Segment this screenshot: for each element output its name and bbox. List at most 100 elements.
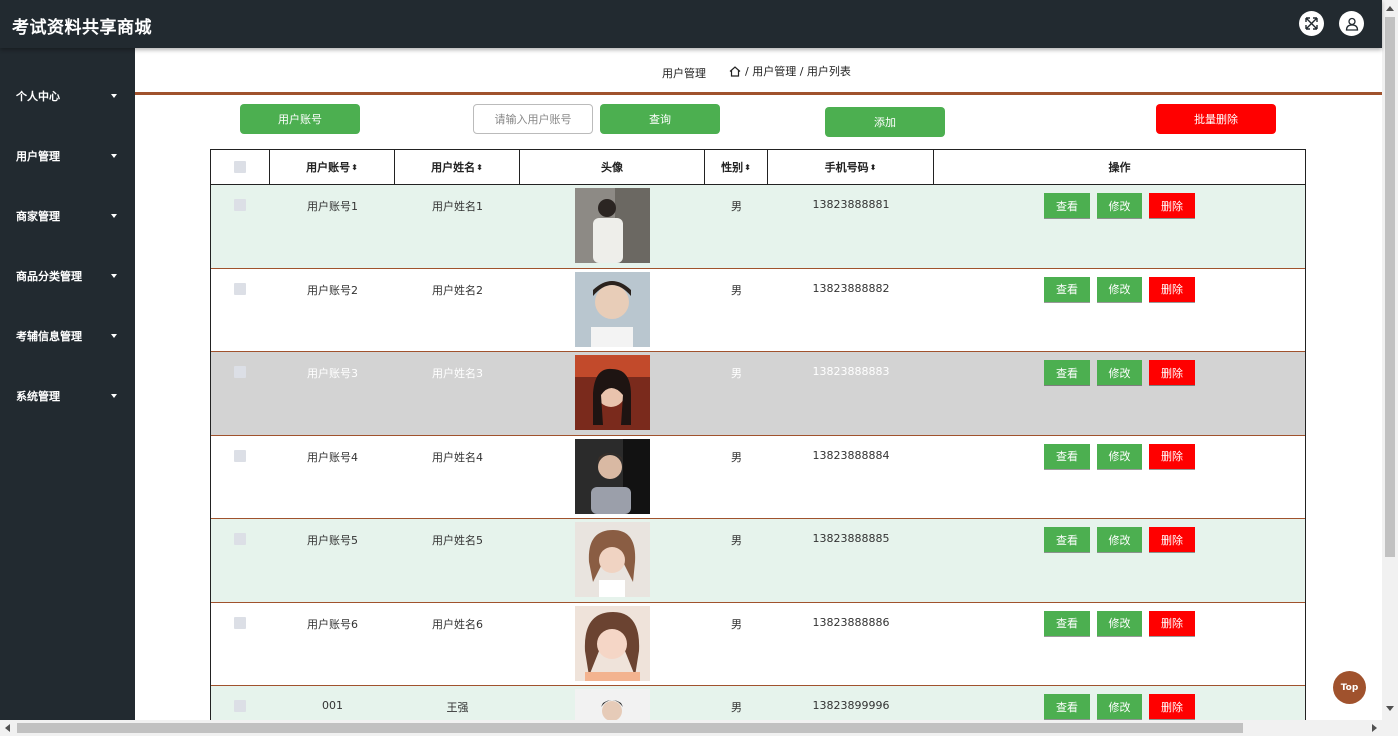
column-label: 性别 — [721, 161, 744, 174]
back-to-top-button[interactable]: Top — [1333, 671, 1366, 704]
sidebar-item-label: 系统管理 — [16, 390, 60, 403]
cell-name: 用户姓名4 — [432, 450, 483, 464]
row-checkbox[interactable] — [234, 533, 246, 545]
scroll-left-icon[interactable] — [5, 724, 10, 732]
table-row[interactable]: 用户账号2 用户姓名2 男 13823888882 查看 修改 删除 — [211, 269, 1305, 352]
edit-button[interactable]: 修改 — [1097, 443, 1142, 469]
user-button[interactable] — [1339, 11, 1364, 36]
home-icon[interactable] — [729, 65, 741, 77]
fullscreen-button[interactable] — [1299, 11, 1324, 36]
view-button[interactable]: 查看 — [1044, 193, 1090, 218]
sidebar-item-user-management[interactable]: 用户管理 — [0, 136, 135, 176]
caret-down-icon — [111, 334, 117, 338]
column-header-phone[interactable]: 手机号码 ⬍ — [768, 150, 934, 184]
caret-down-icon — [111, 94, 117, 98]
view-button[interactable]: 查看 — [1044, 360, 1090, 385]
caret-down-icon — [111, 214, 117, 218]
select-all-checkbox[interactable] — [234, 161, 246, 173]
vertical-scrollbar[interactable] — [1382, 0, 1398, 720]
scroll-down-icon[interactable] — [1386, 706, 1394, 711]
row-checkbox[interactable] — [234, 366, 246, 378]
row-checkbox[interactable] — [234, 199, 246, 211]
cell-account: 用户账号4 — [307, 450, 358, 464]
table-row[interactable]: 用户账号5 用户姓名5 男 13823888885 查看 修改 删除 — [211, 519, 1305, 603]
column-header-account[interactable]: 用户账号 ⬍ — [270, 150, 395, 184]
view-button[interactable]: 查看 — [1044, 443, 1090, 469]
table-row[interactable]: 用户账号3 用户姓名3 男 13823888883 查看 修改 删除 — [211, 352, 1305, 436]
column-header-name[interactable]: 用户姓名 ⬍ — [395, 150, 520, 184]
delete-button[interactable]: 删除 — [1149, 610, 1195, 636]
horizontal-scrollbar[interactable] — [0, 720, 1398, 736]
edit-button[interactable]: 修改 — [1097, 276, 1142, 302]
column-header-gender[interactable]: 性别 ⬍ — [705, 150, 768, 184]
delete-button[interactable]: 删除 — [1149, 360, 1195, 385]
sidebar-item-personal-center[interactable]: 个人中心 — [0, 76, 135, 116]
caret-down-icon — [111, 154, 117, 158]
sidebar-item-label: 个人中心 — [16, 90, 60, 103]
scroll-up-icon[interactable] — [1386, 6, 1394, 11]
search-input[interactable] — [473, 104, 593, 134]
delete-button[interactable]: 删除 — [1149, 276, 1195, 302]
edit-button[interactable]: 修改 — [1097, 193, 1142, 218]
sort-icon: ⬍ — [351, 162, 358, 172]
scroll-right-icon[interactable] — [1372, 724, 1377, 732]
batch-delete-button[interactable]: 批量删除 — [1156, 104, 1276, 134]
avatar — [575, 522, 650, 597]
sidebar-item-exam-info-management[interactable]: 考辅信息管理 — [0, 316, 135, 356]
vertical-scroll-thumb[interactable] — [1385, 17, 1395, 557]
row-checkbox[interactable] — [234, 449, 246, 462]
account-filter-label[interactable]: 用户账号 — [240, 104, 360, 134]
cell-account: 001 — [322, 699, 343, 712]
user-icon — [1345, 17, 1358, 31]
view-button[interactable]: 查看 — [1044, 694, 1090, 719]
cell-name: 用户姓名1 — [432, 200, 483, 213]
row-checkbox[interactable] — [234, 282, 246, 295]
sort-icon: ⬍ — [476, 162, 483, 172]
table-row[interactable]: 用户账号4 用户姓名4 男 13823888884 查看 修改 删除 — [211, 436, 1305, 519]
edit-button[interactable]: 修改 — [1097, 610, 1142, 636]
horizontal-scroll-thumb[interactable] — [17, 723, 1243, 733]
cell-gender: 男 — [731, 701, 742, 714]
cell-phone: 13823888881 — [812, 198, 890, 211]
cell-gender: 男 — [731, 367, 742, 380]
cell-phone: 13823888885 — [812, 532, 890, 545]
edit-button[interactable]: 修改 — [1097, 360, 1142, 385]
column-label: 用户姓名 — [431, 161, 476, 174]
breadcrumb-trail[interactable]: / 用户管理 / 用户列表 — [745, 63, 851, 79]
column-header-actions: 操作 — [934, 150, 1305, 184]
delete-button[interactable]: 删除 — [1149, 527, 1195, 552]
search-button[interactable]: 查询 — [600, 104, 720, 134]
sidebar-item-label: 商品分类管理 — [16, 270, 82, 283]
table-row[interactable]: 用户账号1 用户姓名1 男 13823888881 查看 修改 删除 — [211, 185, 1305, 269]
page-title: 用户管理 — [662, 67, 706, 80]
column-label: 用户账号 — [306, 161, 351, 174]
view-button[interactable]: 查看 — [1044, 610, 1090, 636]
top-bar: 考试资料共享商城 — [0, 0, 1382, 48]
delete-button[interactable]: 删除 — [1149, 193, 1195, 218]
cell-account: 用户账号6 — [307, 617, 358, 631]
cell-name: 用户姓名2 — [432, 283, 483, 297]
view-button[interactable]: 查看 — [1044, 527, 1090, 552]
view-button[interactable]: 查看 — [1044, 276, 1090, 302]
delete-button[interactable]: 删除 — [1149, 443, 1195, 469]
sidebar-item-system-management[interactable]: 系统管理 — [0, 376, 135, 416]
cell-phone: 13823888886 — [812, 615, 890, 629]
row-checkbox[interactable] — [234, 700, 246, 712]
edit-button[interactable]: 修改 — [1097, 694, 1142, 719]
cell-phone: 13823899996 — [812, 699, 890, 712]
sidebar-item-label: 用户管理 — [16, 150, 60, 163]
row-checkbox[interactable] — [234, 616, 246, 629]
cell-gender: 男 — [731, 534, 742, 547]
avatar — [575, 355, 650, 430]
cell-name: 用户姓名5 — [432, 534, 483, 547]
sidebar-item-merchant-management[interactable]: 商家管理 — [0, 196, 135, 236]
cell-gender: 男 — [731, 617, 742, 631]
avatar — [575, 271, 650, 347]
edit-button[interactable]: 修改 — [1097, 527, 1142, 552]
delete-button[interactable]: 删除 — [1149, 694, 1195, 719]
table-row[interactable]: 用户账号6 用户姓名6 男 13823888886 查看 修改 删除 — [211, 603, 1305, 686]
caret-down-icon — [111, 274, 117, 278]
add-button[interactable]: 添加 — [825, 107, 945, 137]
sidebar-item-category-management[interactable]: 商品分类管理 — [0, 256, 135, 296]
avatar — [575, 188, 650, 263]
